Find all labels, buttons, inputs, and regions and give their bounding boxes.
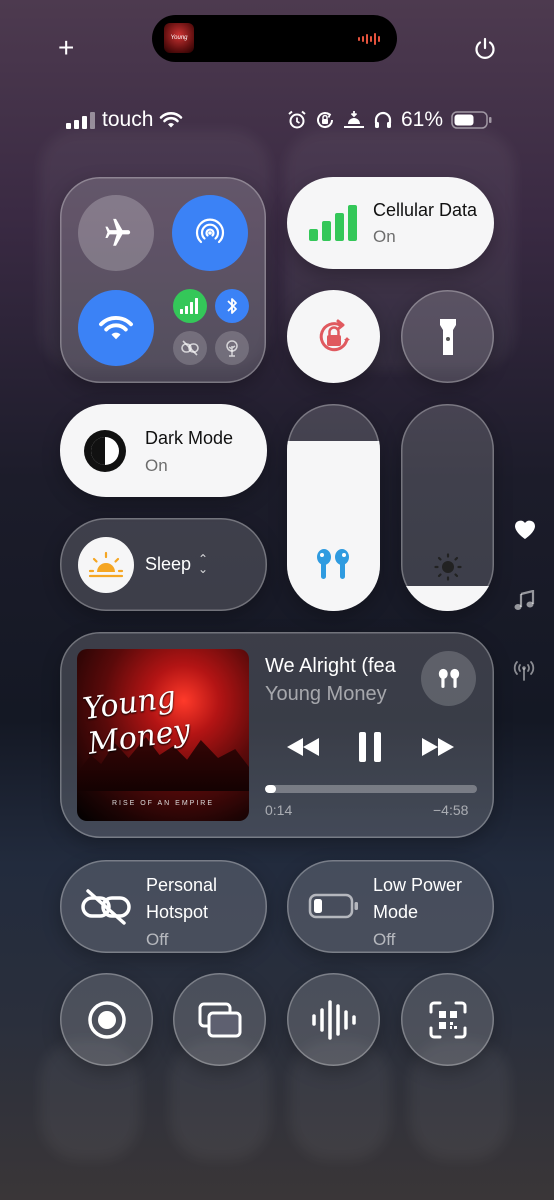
sleep-focus-tile[interactable]: Sleep ⌃ ⌄: [60, 518, 267, 611]
album-script: Young Money: [80, 679, 193, 762]
signal-icon: [66, 112, 95, 129]
screen-mirroring-icon: [198, 1002, 241, 1037]
wifi-icon: [99, 316, 133, 340]
music-note-icon[interactable]: [513, 590, 535, 612]
hotspot-title-line2: Hotspot: [146, 902, 209, 922]
tree-icon: [226, 340, 238, 357]
heart-icon[interactable]: [513, 518, 537, 540]
hotspot-off-icon: [81, 889, 131, 925]
antenna-icon[interactable]: [512, 659, 536, 681]
track-title: We Alright (fea: [265, 655, 396, 677]
brightness-slider[interactable]: [401, 404, 494, 611]
orientation-lock-icon: [317, 112, 334, 129]
battery-percent: 61%: [401, 108, 444, 131]
low-power-title-line1: Low Power: [373, 875, 463, 895]
dark-mode-title: Dark Mode: [145, 428, 234, 448]
sunrise-icon: [88, 551, 124, 578]
dark-mode-tile[interactable]: Dark Mode On: [60, 404, 267, 497]
record-icon: [87, 1000, 126, 1039]
code-scanner-button[interactable]: [401, 973, 494, 1066]
orientation-lock-button[interactable]: [287, 290, 380, 383]
headphones-icon: [374, 111, 392, 128]
status-bar-right: 61%: [287, 106, 493, 134]
sleep-title: Sleep: [145, 554, 192, 574]
cellular-data-state: On: [373, 227, 396, 246]
airpods-output-icon: [438, 668, 459, 688]
carrier-label: touch: [102, 108, 154, 131]
hotspot-state: Off: [146, 930, 169, 949]
cellular-data-icon: [309, 205, 357, 241]
add-button[interactable]: +: [58, 34, 80, 62]
power-icon[interactable]: [473, 37, 497, 61]
now-playing-art: Young Money: [164, 23, 194, 53]
dark-mode-icon: [84, 430, 126, 472]
voice-memo-button[interactable]: [287, 973, 380, 1066]
cellular-mini-button[interactable]: [173, 289, 207, 323]
airdrop-icon: [195, 218, 225, 244]
volume-slider[interactable]: [287, 404, 380, 611]
personal-hotspot-tile[interactable]: Personal Hotspot Off: [60, 860, 267, 953]
flashlight-button[interactable]: [401, 290, 494, 383]
link-off-icon: [181, 340, 199, 356]
audio-output-button[interactable]: [421, 651, 476, 706]
low-power-title-line2: Mode: [373, 902, 419, 922]
status-bar-left: touch: [66, 106, 183, 134]
hotspot-title-line1: Personal: [146, 875, 218, 895]
low-power-state: Off: [373, 930, 396, 949]
brightness-icon: [434, 553, 462, 581]
wifi-status-icon: [160, 112, 183, 128]
sleep-icon-bg: [78, 537, 134, 593]
dark-mode-state: On: [145, 456, 168, 475]
battery-icon: [451, 111, 492, 129]
album-art[interactable]: Young Money RISE OF AN EMPIRE: [77, 649, 249, 821]
low-power-tile[interactable]: Low Power Mode Off: [287, 860, 494, 953]
album-caption: RISE OF AN EMPIRE: [111, 800, 215, 807]
screen-record-button[interactable]: [60, 973, 153, 1066]
brightness-fill: [401, 586, 494, 611]
link-off-button[interactable]: [173, 331, 207, 365]
cellular-data-title: Cellular Data: [373, 200, 478, 220]
airplane-icon: [105, 218, 131, 246]
airdrop-button[interactable]: [172, 195, 248, 271]
cellular-icon: [180, 298, 198, 314]
alarm-icon: [288, 110, 306, 129]
flashlight-icon: [439, 318, 456, 355]
waveform-icon: [358, 33, 380, 45]
waveform-memo-icon: [311, 999, 356, 1040]
fast-forward-icon[interactable]: [420, 736, 456, 758]
low-battery-icon: [308, 893, 358, 919]
volume-fill: [287, 441, 380, 611]
qr-scanner-icon: [429, 1001, 466, 1038]
screen-mirroring-button[interactable]: [173, 973, 266, 1066]
remaining-time: −4:58: [433, 802, 469, 818]
sunset-icon: [344, 111, 364, 128]
airpods-icon: [317, 549, 349, 579]
progress-fill: [265, 785, 276, 793]
tree-button[interactable]: [215, 331, 249, 365]
cellular-data-tile[interactable]: Cellular Data On: [287, 177, 494, 269]
airplane-mode-button[interactable]: [78, 195, 154, 271]
bluetooth-icon: [227, 298, 237, 314]
rotation-lock-icon: [319, 319, 350, 351]
elapsed-time: 0:14: [265, 802, 293, 818]
wifi-button[interactable]: [78, 290, 154, 366]
pause-icon[interactable]: [357, 731, 383, 763]
progress-track[interactable]: [265, 785, 477, 793]
bluetooth-button[interactable]: [215, 289, 249, 323]
track-artist: Young Money: [265, 683, 387, 705]
sleep-chevron-icon: ⌃ ⌄: [198, 552, 209, 576]
rewind-icon[interactable]: [285, 736, 321, 758]
dynamic-island[interactable]: Young Money: [152, 15, 397, 62]
